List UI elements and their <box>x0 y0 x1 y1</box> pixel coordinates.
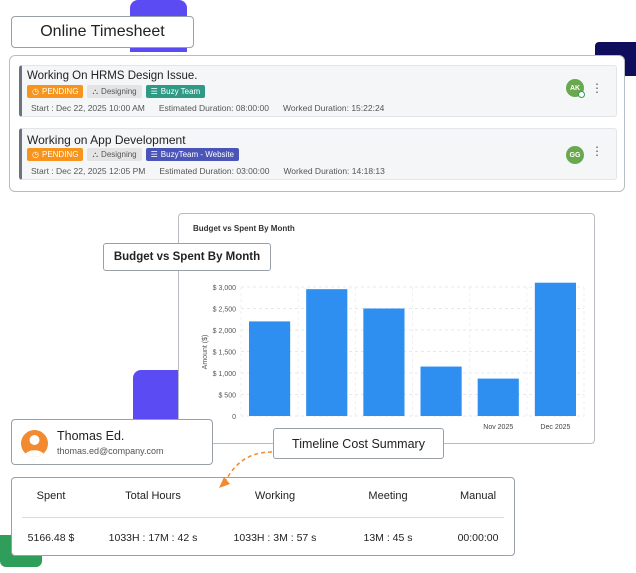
status-badge: ◷ PENDING <box>27 148 84 161</box>
category-badge: ⛬ Designing <box>87 85 142 98</box>
more-options-icon[interactable]: ⋮ <box>591 82 603 94</box>
chart-bar <box>534 282 576 416</box>
chart-bar <box>420 366 462 416</box>
y-tick-label: $ 1,000 <box>213 371 236 378</box>
user-card[interactable]: Thomas Ed. thomas.ed@company.com <box>11 419 213 465</box>
timeline-cost-summary-label: Timeline Cost Summary <box>273 428 444 459</box>
summary-value: 1033H : 17M : 42 s <box>108 532 198 544</box>
user-avatar <box>21 430 48 457</box>
estimated-duration: Estimated Duration: 08:00:00 <box>158 103 269 113</box>
list-icon: ☰ <box>150 87 158 96</box>
entry-title: Working on App Development <box>27 133 186 147</box>
timesheet-panel: Working On HRMS Design Issue. ◷ PENDING … <box>9 55 625 192</box>
summary-value: 13M : 45 s <box>363 532 413 544</box>
worked-duration: Worked Duration: 15:22:24 <box>282 103 385 113</box>
summary-header: Spent <box>36 490 66 502</box>
summary-value: 00:00:00 <box>457 532 499 544</box>
estimated-duration: Estimated Duration: 03:00:00 <box>159 166 270 176</box>
user-icon <box>24 435 45 457</box>
summary-value: 5166.48 $ <box>27 532 75 544</box>
dashed-arrow-icon <box>219 451 273 488</box>
clock-icon: ◷ <box>32 87 39 96</box>
y-tick-label: $ 500 <box>218 393 236 400</box>
y-tick-label: $ 1,500 <box>213 350 236 357</box>
status-badge: ◷ PENDING <box>27 85 84 98</box>
user-email: thomas.ed@company.com <box>57 446 164 456</box>
y-tick-label: $ 2,000 <box>213 328 236 335</box>
hierarchy-icon: ⛬ <box>92 87 99 96</box>
start-time: Start : Dec 22, 2025 10:00 AM <box>31 103 145 113</box>
timesheet-entry[interactable]: Working on App Development ◷ PENDING ⛬ D… <box>19 128 617 180</box>
clock-icon: ◷ <box>32 150 39 159</box>
y-axis-label: Amount ($) <box>202 335 209 370</box>
start-time: Start : Dec 22, 2025 12:05 PM <box>31 166 146 176</box>
online-status-icon <box>578 91 585 98</box>
y-tick-label: $ 2,500 <box>213 307 236 314</box>
summary-header: Manual <box>459 490 497 502</box>
summary-header: Total Hours <box>125 490 181 502</box>
y-tick-label: 0 <box>232 414 236 421</box>
chart-bar <box>249 321 291 416</box>
category-badge: ⛬ Designing <box>87 148 142 161</box>
divider <box>22 517 504 518</box>
decorative-block-purple-middle <box>133 370 181 422</box>
avatar[interactable]: GG <box>566 146 584 164</box>
worked-duration: Worked Duration: 14:18:13 <box>283 166 385 176</box>
summary-value: 1033H : 3M : 57 s <box>233 532 317 544</box>
team-badge: ☰ BuzyTeam - Website <box>145 148 240 161</box>
summary-header: Meeting <box>368 490 408 502</box>
x-tick-label: Nov 2025 <box>483 424 513 431</box>
avatar[interactable]: AK <box>566 79 585 98</box>
timesheet-entry[interactable]: Working On HRMS Design Issue. ◷ PENDING … <box>19 65 617 117</box>
chart-label: Budget vs Spent By Month <box>103 243 271 271</box>
more-options-icon[interactable]: ⋮ <box>591 145 603 157</box>
user-name: Thomas Ed. <box>57 429 125 443</box>
team-badge: ☰ Buzy Team <box>145 85 206 98</box>
y-tick-label: $ 3,000 <box>213 285 236 292</box>
chart-bar <box>363 308 405 416</box>
chart-bar <box>306 289 348 416</box>
page-title: Online Timesheet <box>11 16 194 48</box>
hierarchy-icon: ⛬ <box>92 150 99 159</box>
chart-bar <box>477 378 519 416</box>
entry-title: Working On HRMS Design Issue. <box>27 70 198 82</box>
x-tick-label: Dec 2025 <box>540 424 570 431</box>
list-icon: ☰ <box>150 150 158 159</box>
